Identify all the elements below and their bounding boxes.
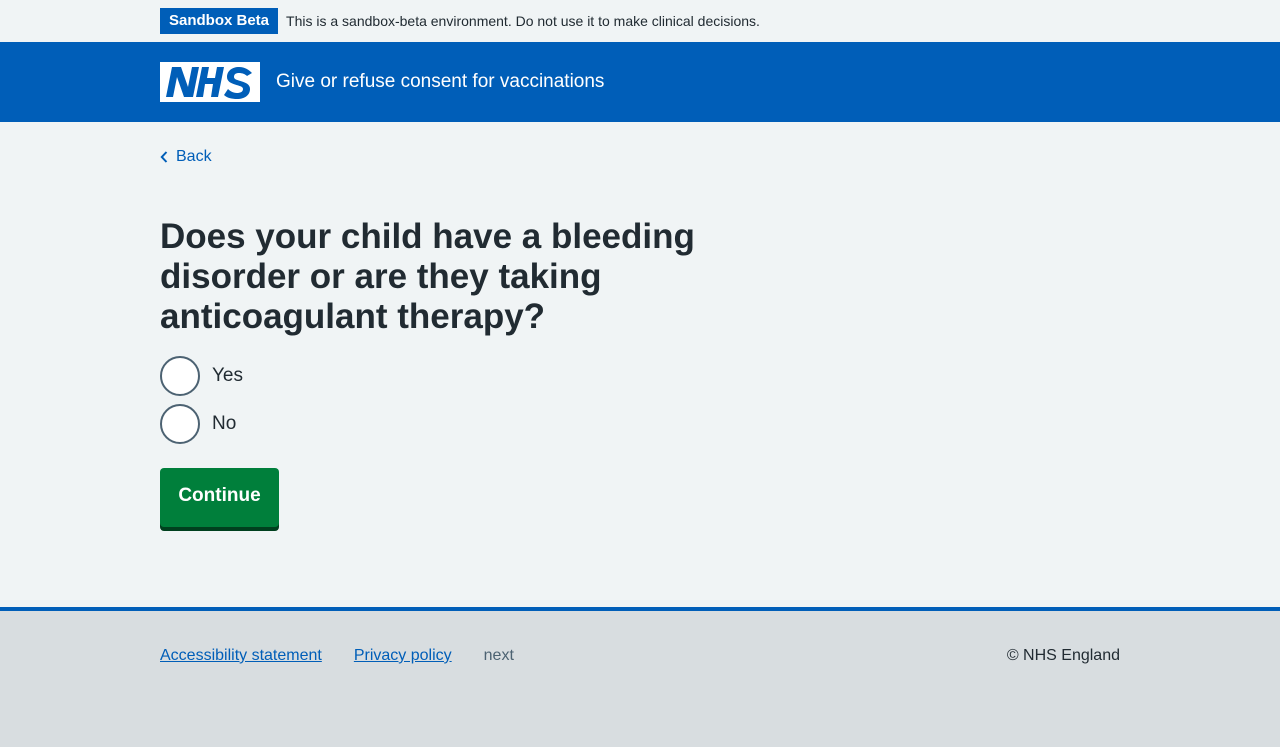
- nhs-logo-icon: [166, 67, 252, 99]
- main-content: Back Does your child have a bleeding dis…: [0, 122, 1280, 607]
- radio-label[interactable]: Yes: [212, 365, 243, 387]
- copyright: © NHS England: [1006, 647, 1120, 664]
- radio-option-no[interactable]: No: [160, 404, 236, 444]
- radio-button[interactable]: [160, 404, 200, 444]
- phase-banner: Sandbox Beta This is a sandbox-beta envi…: [0, 0, 1280, 42]
- footer-version-text: next: [483, 647, 514, 664]
- back-link-label: Back: [176, 148, 212, 165]
- radio-label[interactable]: No: [212, 413, 236, 435]
- back-link[interactable]: Back: [160, 148, 212, 166]
- service-name[interactable]: Give or refuse consent for vaccinations: [276, 71, 604, 93]
- footer-links: Accessibility statement Privacy policy n…: [160, 647, 514, 665]
- page-title: Does your child have a bleeding disorder…: [160, 217, 695, 336]
- phase-tag: Sandbox Beta: [160, 7, 279, 34]
- radio-option-yes[interactable]: Yes: [160, 356, 243, 396]
- nhs-logo[interactable]: [160, 62, 260, 102]
- site-header: Give or refuse consent for vaccinations: [0, 42, 1280, 122]
- footer-link-privacy[interactable]: Privacy policy: [354, 647, 452, 665]
- chevron-left-icon: [160, 151, 168, 163]
- continue-button[interactable]: Continue: [160, 468, 279, 527]
- footer-link-accessibility[interactable]: Accessibility statement: [160, 647, 322, 665]
- radio-button[interactable]: [160, 356, 200, 396]
- phase-banner-text: This is a sandbox-beta environment. Do n…: [286, 13, 760, 29]
- site-footer: Accessibility statement Privacy policy n…: [0, 607, 1280, 747]
